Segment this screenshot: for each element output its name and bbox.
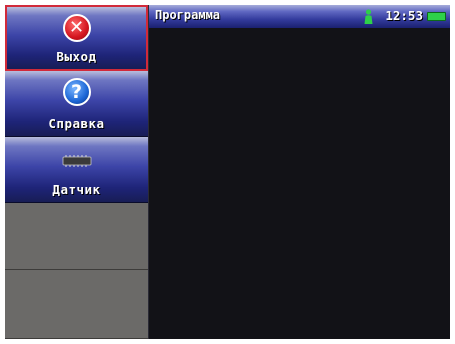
- title-bar: Программа 12:53: [149, 5, 450, 28]
- exit-button-label: Выход: [56, 49, 97, 64]
- battery-icon: [427, 12, 446, 21]
- main-panel: Программа 12:53: [148, 5, 450, 339]
- help-button-label: Справка: [48, 116, 105, 131]
- exit-button[interactable]: ✕ Выход: [5, 5, 148, 71]
- sensor-button[interactable]: Датчик: [5, 137, 148, 203]
- device-screen: ✕ Выход ? Справка Датчик Программа 12:53: [5, 5, 450, 339]
- sensor-chip-icon: [62, 155, 91, 167]
- empty-menu-slot: [5, 203, 148, 270]
- page-title: Программа: [155, 8, 221, 22]
- close-icon: ✕: [62, 14, 91, 42]
- sensor-button-label: Датчик: [52, 182, 101, 197]
- clock-time: 12:53: [385, 8, 423, 23]
- help-icon: ?: [62, 78, 91, 106]
- help-button[interactable]: ? Справка: [5, 71, 148, 137]
- sidebar-menu: ✕ Выход ? Справка Датчик: [5, 5, 148, 339]
- person-icon: [364, 9, 373, 24]
- content-area: [149, 28, 450, 339]
- empty-menu-slot: [5, 270, 148, 339]
